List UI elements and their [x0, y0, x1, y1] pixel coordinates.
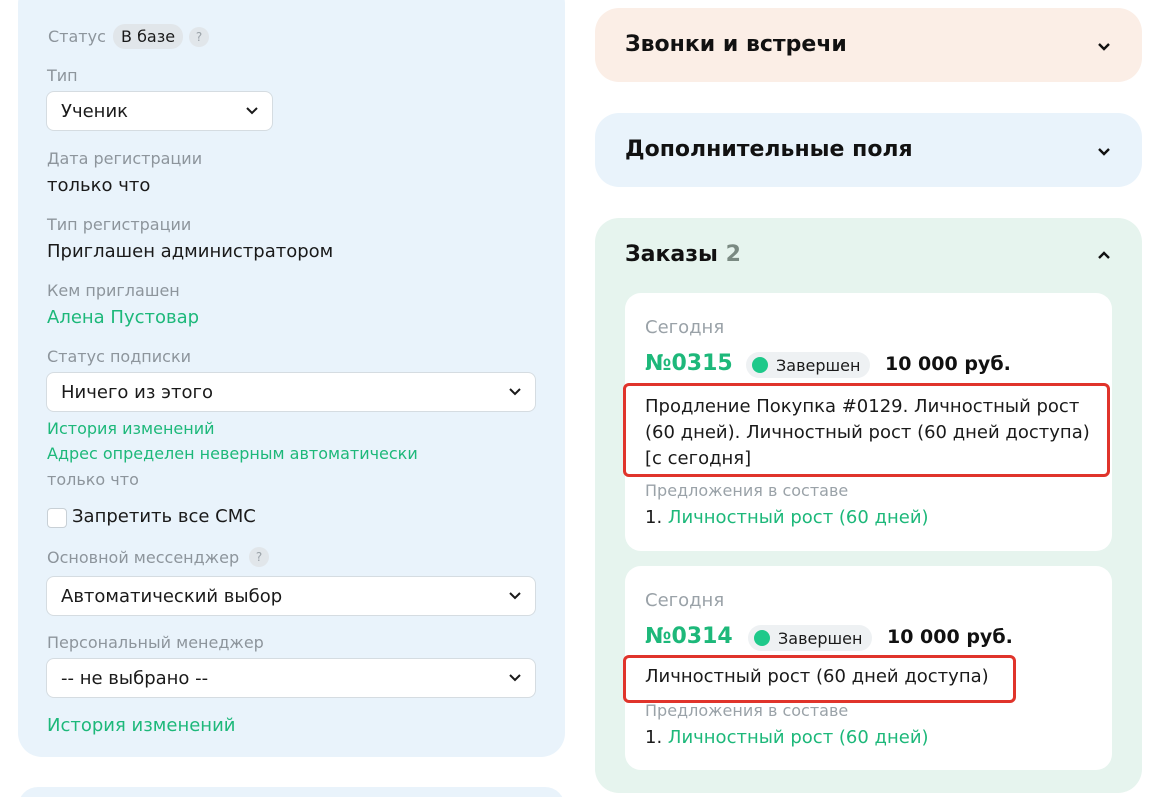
type-select-value: Ученик [61, 100, 129, 122]
address-link[interactable]: Адрес определен неверным автоматически [47, 444, 418, 463]
reg-date-value: только что [47, 175, 151, 196]
help-icon[interactable]: ? [249, 547, 269, 567]
order-date: Сегодня [645, 590, 725, 611]
help-icon[interactable]: ? [189, 27, 209, 47]
order-date: Сегодня [645, 317, 725, 338]
order-status-badge: Завершен [748, 625, 873, 651]
address-time: только что [47, 470, 139, 489]
order-price: 10 000 руб. [887, 626, 1013, 648]
orders-title[interactable]: Заказы 2 [625, 242, 741, 267]
subscription-select[interactable]: Ничего из этого [46, 372, 536, 412]
calls-accordion[interactable]: Звонки и встречи [595, 8, 1142, 82]
type-select[interactable]: Ученик [46, 91, 273, 131]
chevron-down-icon [246, 105, 258, 117]
chevron-down-icon [1096, 38, 1112, 54]
highlight-box [623, 383, 1110, 477]
messenger-select[interactable]: Автоматический выбор [46, 576, 536, 616]
manager-select[interactable]: -- не выбрано -- [46, 658, 536, 698]
calls-title: Звонки и встречи [625, 32, 847, 57]
orders-title-text: Заказы [625, 242, 718, 267]
order-number[interactable]: №0315 [645, 351, 733, 376]
reg-type-label: Тип регистрации [47, 215, 192, 234]
sms-checkbox-label[interactable]: Запретить все СМС [72, 506, 256, 527]
order-offers-label: Предложения в составе [645, 481, 849, 500]
status-badge: В базе [113, 24, 184, 49]
reg-date-label: Дата регистрации [47, 149, 203, 168]
type-label: Тип [47, 66, 78, 85]
manager-label: Персональный менеджер [47, 633, 264, 652]
order-price: 10 000 руб. [885, 353, 1011, 375]
order-offers-label: Предложения в составе [645, 701, 849, 720]
chevron-down-icon [509, 386, 521, 398]
history-link-bottom[interactable]: История изменений [47, 715, 235, 736]
extra-fields-title: Дополнительные поля [625, 137, 913, 162]
subscription-label: Статус подписки [47, 347, 191, 366]
chevron-up-icon[interactable] [1096, 247, 1112, 263]
order-status-text: Завершен [776, 355, 861, 375]
offer-index: 1. [645, 727, 663, 748]
invited-by-link[interactable]: Алена Пустовар [47, 307, 199, 328]
offer-link[interactable]: Личностный рост (60 дней) [668, 727, 929, 748]
offer-index: 1. [645, 507, 663, 528]
order-offer-item: 1. Личностный рост (60 дней) [645, 727, 929, 748]
chevron-down-icon [1096, 143, 1112, 159]
reg-type-value: Приглашен администратором [47, 241, 334, 262]
sms-checkbox[interactable] [47, 508, 67, 528]
order-offer-item: 1. Личностный рост (60 дней) [645, 507, 929, 528]
status-dot-icon [754, 630, 770, 646]
chevron-down-icon [509, 672, 521, 684]
order-status-badge: Завершен [746, 352, 871, 378]
extra-fields-accordion[interactable]: Дополнительные поля [595, 113, 1142, 187]
messenger-select-value: Автоматический выбор [61, 585, 283, 607]
status-dot-icon [752, 357, 768, 373]
offer-link[interactable]: Личностный рост (60 дней) [668, 507, 929, 528]
manager-select-value: -- не выбрано -- [61, 667, 209, 689]
messenger-label: Основной мессенджер [47, 548, 240, 567]
subscription-select-value: Ничего из этого [61, 381, 213, 403]
order-number[interactable]: №0314 [645, 624, 733, 649]
invited-by-label: Кем приглашен [47, 281, 180, 300]
orders-count: 2 [725, 242, 741, 267]
order-status-text: Завершен [778, 628, 863, 648]
next-panel-stub [18, 787, 565, 797]
status-label: Статус [48, 27, 106, 46]
history-link[interactable]: История изменений [47, 419, 215, 438]
highlight-box [623, 655, 1016, 703]
chevron-down-icon [509, 590, 521, 602]
